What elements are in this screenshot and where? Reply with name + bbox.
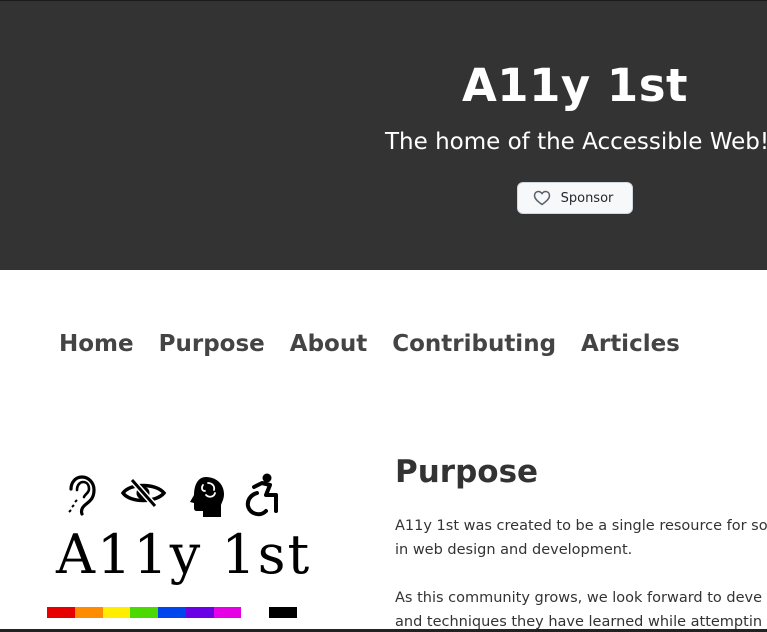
- nav-purpose[interactable]: Purpose: [159, 326, 265, 362]
- main-content: Purpose A11y 1st was created to be a sin…: [395, 452, 767, 630]
- paragraph-line: As this community grows, we look forward…: [395, 590, 763, 606]
- site-tagline: The home of the Accessible Web!: [385, 129, 767, 155]
- rainbow-segment: [185, 607, 214, 618]
- rainbow-segment: [47, 607, 75, 618]
- rainbow-segment: [102, 607, 131, 618]
- paragraph-line: A11y 1st was created to be a single reso…: [395, 518, 767, 534]
- rainbow-bar: [47, 607, 298, 618]
- rainbow-segment: [130, 607, 159, 618]
- vision-impaired-icon: [120, 478, 167, 508]
- purpose-paragraph-2: As this community grows, we look forward…: [395, 586, 767, 632]
- nav-about[interactable]: About: [290, 326, 367, 362]
- nav-home[interactable]: Home: [59, 326, 134, 362]
- logo-icons: [68, 473, 278, 517]
- rainbow-segment: [241, 607, 270, 618]
- rainbow-segment: [74, 607, 103, 618]
- sponsor-button[interactable]: Sponsor: [517, 182, 633, 214]
- logo-text: A11y 1st: [56, 523, 312, 586]
- rainbow-segment: [213, 607, 242, 618]
- rainbow-segment: [269, 607, 298, 618]
- cognitive-icon: [190, 477, 224, 517]
- hearing-impaired-icon: [68, 475, 96, 516]
- page: A11y 1st The home of the Accessible Web!…: [0, 0, 767, 632]
- site-title: A11y 1st: [461, 59, 689, 112]
- rainbow-segment: [158, 607, 186, 618]
- site-logo: A11y 1st: [46, 470, 309, 620]
- paragraph-line: in web design and development.: [395, 542, 633, 558]
- nav-contributing[interactable]: Contributing: [392, 326, 556, 362]
- purpose-paragraph-1: A11y 1st was created to be a single reso…: [395, 514, 767, 562]
- sponsor-label: Sponsor: [560, 190, 614, 206]
- heart-icon: [533, 190, 551, 206]
- wheelchair-icon: [245, 473, 278, 517]
- main-nav: Home Purpose About Contributing Articles: [59, 326, 680, 362]
- section-title: Purpose: [395, 454, 539, 490]
- site-header: A11y 1st The home of the Accessible Web!…: [0, 0, 767, 270]
- nav-articles[interactable]: Articles: [581, 326, 680, 362]
